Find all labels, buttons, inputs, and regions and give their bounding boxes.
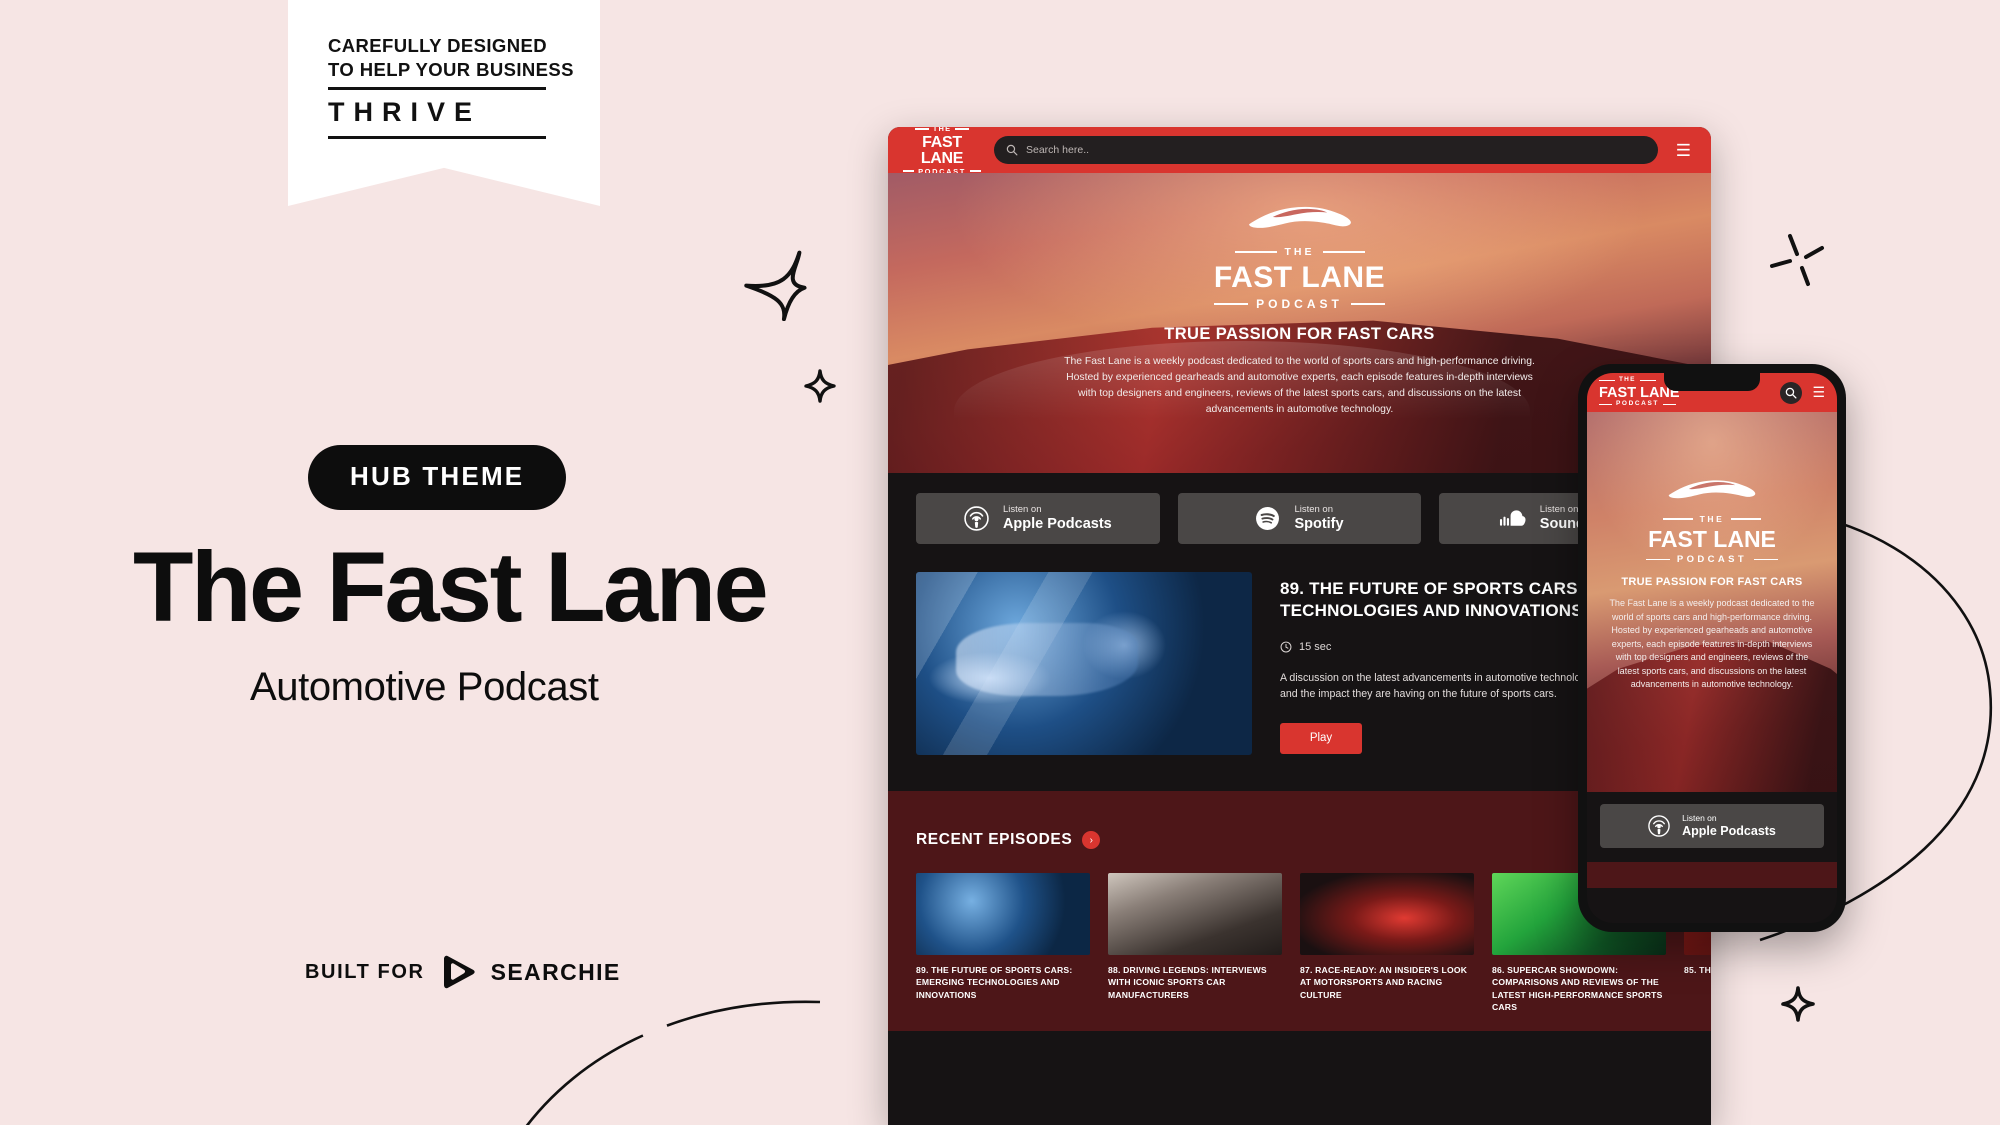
mobile-hero-section: THE FAST LANE PODCAST TRUE PASSION FOR F… bbox=[1587, 412, 1837, 792]
episode-title: 85. THE BUSINESS OF SPORTS CARS bbox=[1684, 965, 1711, 975]
episode-title: 89. THE FUTURE OF SPORTS CARS: EMERGING … bbox=[916, 965, 1073, 1000]
chevron-right-icon[interactable]: › bbox=[1082, 831, 1101, 849]
mobile-search-button[interactable] bbox=[1780, 381, 1803, 404]
logo-main-text: FAST LANE bbox=[920, 133, 964, 167]
mobile-hero-logo-podcast: PODCAST bbox=[1676, 554, 1748, 565]
clock-icon bbox=[1280, 641, 1292, 653]
featured-episode-description: A discussion on the latest advancements … bbox=[1280, 672, 1592, 701]
built-for-label: BUILT FOR bbox=[305, 960, 425, 983]
search-icon bbox=[1786, 387, 1797, 399]
mobile-apple-listen-big: Apple Podcasts bbox=[1682, 823, 1776, 838]
list-item[interactable]: 87. RACE-READY: AN INSIDER'S LOOK AT MOT… bbox=[1300, 873, 1474, 1014]
episode-thumbnail bbox=[1108, 873, 1282, 955]
mobile-hero-logo-main: FAST LANE bbox=[1648, 526, 1776, 552]
episode-thumbnail bbox=[1300, 873, 1474, 955]
hero-logo-podcast: PODCAST bbox=[1256, 297, 1343, 311]
apple-listen-big: Apple Podcasts bbox=[1002, 516, 1112, 533]
mobile-listen-on-apple-podcasts-button[interactable]: Listen on Apple Podcasts bbox=[1600, 804, 1824, 848]
page-title: The Fast Lane bbox=[133, 531, 769, 642]
featured-episode-duration: 15 sec bbox=[1299, 641, 1332, 654]
hamburger-icon[interactable]: ☰ bbox=[1810, 384, 1825, 401]
ribbon-line-2: TO HELP YOUR BUSINESS bbox=[328, 58, 574, 80]
mobile-logo-the: THE bbox=[1619, 376, 1636, 384]
mobile-logo-podcast: PODCAST bbox=[1616, 400, 1659, 408]
recent-episodes-list: 89. THE FUTURE OF SPORTS CARS: EMERGING … bbox=[916, 873, 1711, 1014]
recent-episodes-header: RECENT EPISODES › bbox=[916, 831, 1683, 849]
recent-episodes-heading: RECENT EPISODES bbox=[916, 831, 1073, 848]
hero-description: The Fast Lane is a weekly podcast dedica… bbox=[1064, 356, 1535, 416]
hamburger-icon[interactable]: ☰ bbox=[1670, 142, 1697, 159]
soundcloud-icon bbox=[1499, 509, 1526, 526]
apple-listen-small: Listen on bbox=[1002, 503, 1042, 515]
episode-thumbnail bbox=[916, 873, 1090, 955]
ribbon-divider-bottom bbox=[328, 136, 546, 140]
mobile-hero-description: The Fast Lane is a weekly podcast dedica… bbox=[1609, 598, 1815, 689]
site-header: THE FAST LANE PODCAST Search here.. ☰ bbox=[888, 127, 1711, 175]
episode-title: 87. RACE-READY: AN INSIDER'S LOOK AT MOT… bbox=[1300, 965, 1468, 1000]
featured-episode-thumbnail[interactable] bbox=[916, 572, 1252, 755]
apple-podcasts-icon bbox=[1648, 815, 1670, 837]
spotify-icon bbox=[1256, 507, 1280, 530]
spotify-listen-big: Spotify bbox=[1294, 516, 1344, 533]
logo-the-text: THE bbox=[932, 127, 952, 133]
list-item[interactable]: 88. DRIVING LEGENDS: INTERVIEWS WITH ICO… bbox=[1108, 873, 1282, 1014]
search-icon bbox=[1006, 144, 1018, 156]
searchie-play-icon bbox=[443, 955, 475, 989]
episode-title: 86. SUPERCAR SHOWDOWN: COMPARISONS AND R… bbox=[1492, 965, 1663, 1013]
sparkle-star-small-right bbox=[1781, 986, 1815, 1022]
play-button[interactable]: Play bbox=[1280, 722, 1362, 754]
hero-tagline: TRUE PASSION FOR FAST CARS bbox=[1164, 325, 1435, 343]
search-placeholder-text: Search here.. bbox=[1026, 144, 1090, 156]
built-for-row: BUILT FOR SEARCHIE bbox=[305, 955, 621, 989]
car-silhouette-icon bbox=[1248, 206, 1351, 228]
hub-theme-badge: HUB THEME bbox=[308, 445, 567, 510]
list-item[interactable]: 89. THE FUTURE OF SPORTS CARS: EMERGING … bbox=[916, 873, 1090, 1014]
sparkle-dashes bbox=[1770, 234, 1824, 286]
mobile-recent-strip bbox=[1587, 862, 1837, 888]
search-input[interactable]: Search here.. bbox=[994, 136, 1658, 164]
page-subtitle: Automotive Podcast bbox=[250, 665, 599, 709]
thrive-wordmark: THRIVE bbox=[328, 97, 482, 128]
ribbon-line-1: CAREFULLY DESIGNED bbox=[328, 35, 547, 56]
searchie-brand-label: SEARCHIE bbox=[490, 958, 621, 985]
listen-on-apple-podcasts-button[interactable]: Listen on Apple Podcasts bbox=[916, 493, 1160, 544]
spotify-listen-small: Listen on bbox=[1294, 503, 1333, 515]
mobile-phone-mockup: THE FAST LANE PODCAST ☰ THE FAST LANE PO… bbox=[1578, 364, 1846, 932]
car-silhouette-icon bbox=[1668, 480, 1756, 499]
hero-logo-main: FAST LANE bbox=[1213, 261, 1386, 294]
ribbon-divider-top bbox=[328, 87, 546, 91]
apple-podcasts-icon bbox=[964, 506, 989, 531]
site-logo[interactable]: THE FAST LANE PODCAST bbox=[902, 127, 982, 175]
episode-title: 88. DRIVING LEGENDS: INTERVIEWS WITH ICO… bbox=[1108, 965, 1267, 1000]
mobile-hero-tagline: TRUE PASSION FOR FAST CARS bbox=[1621, 576, 1803, 588]
mobile-apple-listen-small: Listen on bbox=[1682, 812, 1717, 823]
hero-logo-the: THE bbox=[1284, 246, 1315, 258]
listen-on-spotify-button[interactable]: Listen on Spotify bbox=[1177, 493, 1422, 544]
mobile-hero-logo-the: THE bbox=[1699, 514, 1725, 524]
mobile-listen-section: Listen on Apple Podcasts bbox=[1587, 792, 1837, 862]
phone-notch bbox=[1664, 373, 1760, 391]
